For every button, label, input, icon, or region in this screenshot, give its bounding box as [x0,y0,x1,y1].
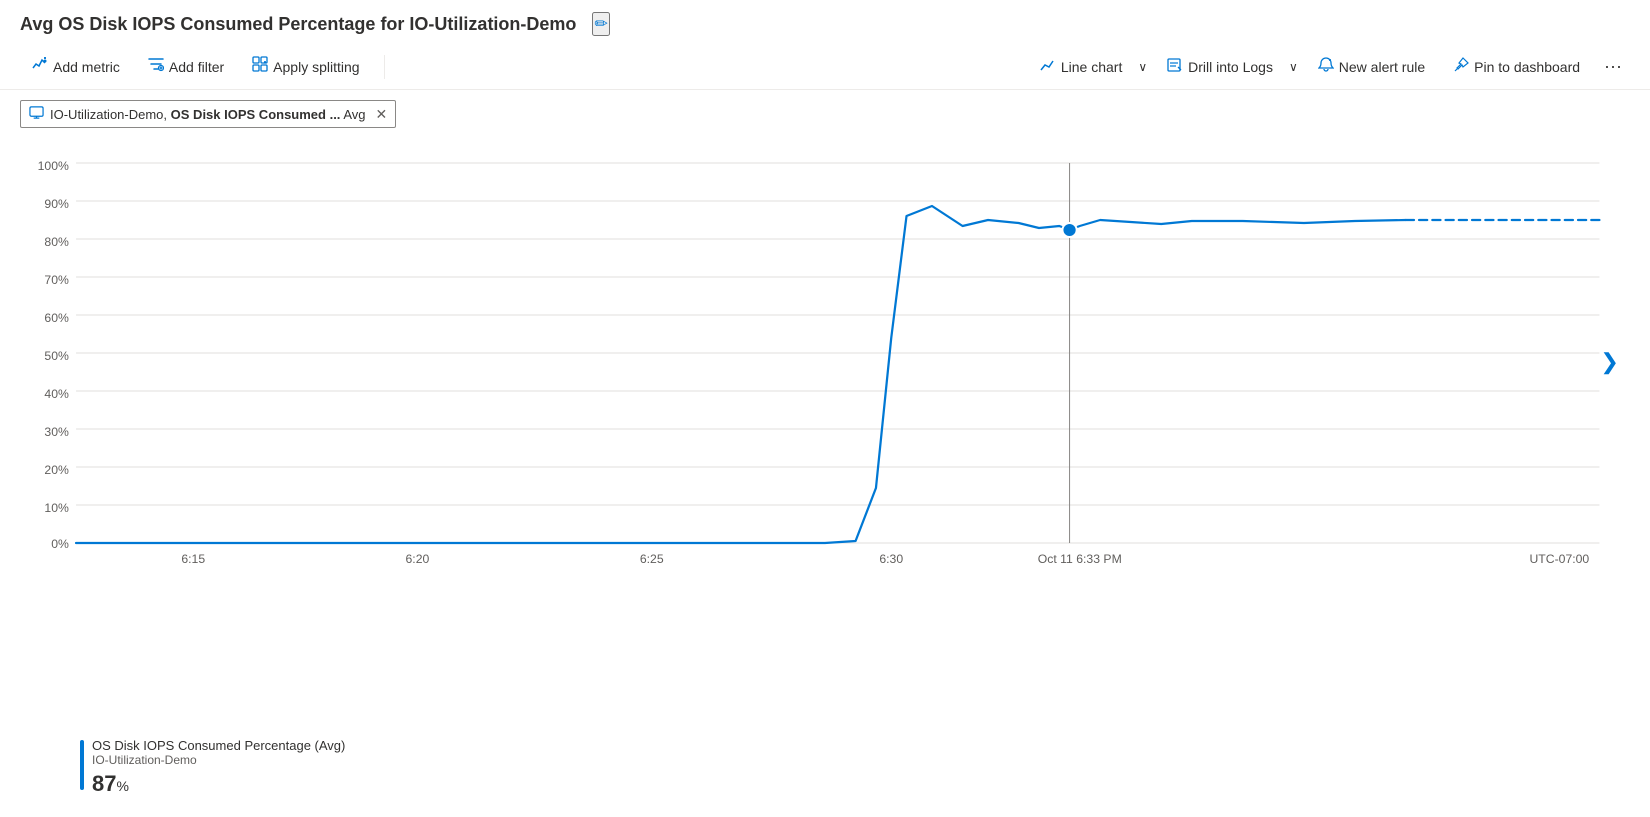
drill-into-logs-group: Drill into Logs ∨ [1155,51,1302,82]
add-filter-label: Add filter [169,59,224,75]
add-filter-button[interactable]: Add filter [136,50,236,83]
drill-into-logs-chevron[interactable]: ∨ [1285,54,1302,80]
legend-color-bar [80,740,84,790]
metric-tag: IO-Utilization-Demo, OS Disk IOPS Consum… [20,100,396,128]
toolbar: Add metric Add filter [0,44,1650,90]
legend-item: OS Disk IOPS Consumed Percentage (Avg) I… [80,738,1610,797]
chart-svg-wrapper: 100% 90% 80% 70% 60% 50% 40% 30% 20% 10%… [20,148,1630,568]
svg-text:90%: 90% [44,197,69,211]
legend-subtitle: IO-Utilization-Demo [92,753,345,767]
apply-splitting-button[interactable]: Apply splitting [240,50,371,83]
svg-text:6:20: 6:20 [406,552,430,566]
svg-text:10%: 10% [44,501,69,515]
add-metric-label: Add metric [53,59,120,75]
legend-title: OS Disk IOPS Consumed Percentage (Avg) [92,738,345,753]
add-metric-button[interactable]: Add metric [20,50,132,83]
edit-title-button[interactable]: ✏ [592,12,609,36]
add-filter-icon [148,56,164,77]
svg-text:30%: 30% [44,425,69,439]
svg-text:70%: 70% [44,273,69,287]
drill-into-logs-label: Drill into Logs [1188,59,1273,75]
svg-text:UTC-07:00: UTC-07:00 [1529,552,1589,566]
svg-text:60%: 60% [44,311,69,325]
legend-value: 87% [92,771,345,797]
drill-into-logs-button[interactable]: Drill into Logs [1155,51,1285,82]
svg-text:6:25: 6:25 [640,552,664,566]
monitor-icon [29,105,44,123]
toolbar-right: Line chart ∨ Drill into Logs [1028,51,1630,82]
chart-area: 100% 90% 80% 70% 60% 50% 40% 30% 20% 10%… [0,138,1650,817]
svg-text:80%: 80% [44,235,69,249]
svg-text:0%: 0% [51,537,69,551]
svg-text:Oct 11 6:33 PM: Oct 11 6:33 PM [1038,552,1122,566]
line-chart-group: Line chart ∨ [1028,51,1151,82]
line-chart-chevron[interactable]: ∨ [1134,54,1151,80]
apply-splitting-label: Apply splitting [273,59,359,75]
line-chart-icon [1040,57,1056,76]
metric-tag-resource: IO-Utilization-Demo, OS Disk IOPS Consum… [50,107,366,122]
new-alert-rule-icon [1318,57,1334,76]
main-chart-svg: 100% 90% 80% 70% 60% 50% 40% 30% 20% 10%… [20,148,1630,568]
svg-text:50%: 50% [44,349,69,363]
new-alert-rule-button[interactable]: New alert rule [1306,51,1437,82]
metric-tags-row: IO-Utilization-Demo, OS Disk IOPS Consum… [0,90,1650,138]
line-chart-label: Line chart [1061,59,1122,75]
toolbar-separator-1 [384,55,385,79]
svg-text:20%: 20% [44,463,69,477]
svg-text:6:30: 6:30 [879,552,903,566]
pin-icon [1453,57,1469,76]
new-alert-rule-label: New alert rule [1339,59,1425,75]
apply-splitting-icon [252,56,268,77]
legend-text: OS Disk IOPS Consumed Percentage (Avg) I… [92,738,345,797]
svg-text:40%: 40% [44,387,69,401]
page-title: Avg OS Disk IOPS Consumed Percentage for… [20,14,576,35]
svg-text:100%: 100% [38,159,69,173]
add-metric-icon [32,56,48,77]
legend-area: OS Disk IOPS Consumed Percentage (Avg) I… [20,728,1630,807]
svg-text:6:15: 6:15 [181,552,205,566]
more-options-button[interactable]: ··· [1596,52,1630,81]
svg-text:❯: ❯ [1600,349,1619,375]
pin-to-dashboard-label: Pin to dashboard [1474,59,1580,75]
pin-to-dashboard-button[interactable]: Pin to dashboard [1441,51,1592,82]
chart-container: 100% 90% 80% 70% 60% 50% 40% 30% 20% 10%… [20,148,1630,728]
metric-tag-close-button[interactable]: ✕ [376,106,388,123]
line-chart-button[interactable]: Line chart [1028,51,1134,82]
drill-into-logs-icon [1167,57,1183,76]
